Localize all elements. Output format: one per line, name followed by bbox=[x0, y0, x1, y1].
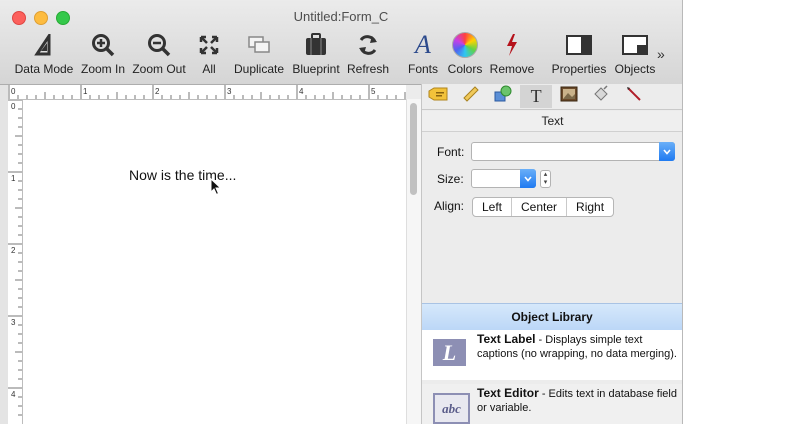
text-editor-icon: abc bbox=[433, 393, 470, 424]
mouse-pointer-icon bbox=[210, 177, 222, 201]
ruler-icon bbox=[462, 85, 480, 108]
toolbar-overflow-button[interactable]: » bbox=[657, 46, 665, 62]
shapes-icon bbox=[493, 85, 513, 108]
properties-icon bbox=[550, 30, 608, 60]
ruler-v-label: 2 bbox=[11, 246, 16, 255]
align-segmented-control: Left Center Right bbox=[472, 197, 615, 217]
ruler-h-label: 3 bbox=[227, 87, 232, 96]
window-title: Untitled:Form_C bbox=[293, 9, 389, 24]
chevron-down-icon bbox=[659, 142, 675, 161]
panel-section-title: Text bbox=[422, 111, 682, 132]
ruler-v-label: 3 bbox=[11, 318, 16, 327]
properties-button[interactable]: Properties bbox=[550, 30, 608, 80]
fonts-button[interactable]: A Fonts bbox=[406, 30, 440, 80]
refresh-button[interactable]: Refresh bbox=[346, 30, 390, 80]
tab-ruler[interactable] bbox=[455, 85, 488, 108]
object-library-header: Object Library bbox=[422, 303, 682, 331]
chevron-down-icon bbox=[520, 169, 536, 188]
panel-tabs: T bbox=[422, 85, 682, 110]
ruler-v-label: 0 bbox=[11, 102, 16, 111]
title-toolbar-area: Untitled:Form_C Data Mode Zoom In Zoom O… bbox=[0, 0, 682, 85]
library-item-title: Text Editor bbox=[477, 386, 539, 400]
library-item-text-label[interactable]: L Text Label - Displays simple text capt… bbox=[422, 330, 682, 380]
scrollbar-thumb[interactable] bbox=[410, 103, 417, 195]
font-select[interactable] bbox=[471, 142, 675, 161]
properties-panel: T Text Font: Size: ▴ ▾ Align: Left Cente… bbox=[421, 84, 682, 424]
ruler-h-label: 4 bbox=[299, 87, 304, 96]
duplicate-icon bbox=[232, 30, 286, 60]
duplicate-label: Duplicate bbox=[233, 62, 285, 76]
library-item-text-editor[interactable]: abc Text Editor - Edits text in database… bbox=[422, 384, 682, 424]
tab-blank[interactable] bbox=[650, 85, 682, 108]
zoom-all-button[interactable]: All bbox=[194, 30, 224, 80]
text-label-icon: L bbox=[433, 339, 466, 366]
text-t-icon: T bbox=[530, 86, 542, 106]
size-stepper[interactable]: ▴ ▾ bbox=[540, 170, 551, 188]
label-tag-icon bbox=[428, 87, 448, 106]
data-mode-label: Data Mode bbox=[14, 62, 74, 76]
align-right-button[interactable]: Right bbox=[567, 198, 613, 216]
ruler-v-label: 4 bbox=[11, 390, 16, 399]
align-left-button[interactable]: Left bbox=[473, 198, 513, 216]
size-label: Size: bbox=[437, 172, 464, 186]
tab-fill[interactable] bbox=[585, 85, 618, 108]
fonts-icon: A bbox=[415, 30, 431, 59]
font-label: Font: bbox=[437, 145, 465, 159]
tab-label-tag[interactable] bbox=[422, 85, 455, 108]
refresh-label: Refresh bbox=[346, 62, 390, 76]
blueprint-button[interactable]: Blueprint bbox=[290, 30, 342, 80]
library-item-title: Text Label bbox=[477, 332, 536, 346]
font-select-value bbox=[472, 147, 476, 159]
zoom-in-button[interactable]: Zoom In bbox=[78, 30, 128, 80]
fonts-label: Fonts bbox=[407, 62, 438, 76]
properties-label: Properties bbox=[551, 62, 607, 76]
ruler-h-label: 2 bbox=[155, 87, 160, 96]
paint-bucket-icon bbox=[592, 85, 610, 108]
duplicate-button[interactable]: Duplicate bbox=[232, 30, 286, 80]
zoom-out-button[interactable]: Zoom Out bbox=[130, 30, 188, 80]
size-select-value bbox=[472, 174, 476, 186]
zoom-in-icon bbox=[78, 30, 128, 60]
colors-icon bbox=[446, 30, 484, 60]
zoom-all-icon bbox=[194, 30, 224, 60]
remove-label: Remove bbox=[489, 62, 535, 76]
horizontal-ruler: 0 1 2 3 4 5 bbox=[8, 85, 406, 100]
ruler-h-label: 5 bbox=[371, 87, 376, 96]
size-select[interactable] bbox=[471, 169, 536, 188]
ruler-h-label: 0 bbox=[11, 87, 16, 96]
data-mode-icon bbox=[12, 30, 76, 60]
library-item-description: Text Label - Displays simple text captio… bbox=[477, 332, 677, 361]
remove-button[interactable]: Remove bbox=[488, 30, 536, 80]
tab-shapes[interactable] bbox=[487, 85, 520, 108]
objects-icon bbox=[612, 30, 658, 60]
blueprint-label: Blueprint bbox=[292, 62, 340, 76]
form-canvas[interactable]: Now is the time... bbox=[23, 100, 406, 424]
line-tool-icon bbox=[625, 85, 643, 108]
ruler-h-label: 1 bbox=[83, 87, 88, 96]
zoom-all-label: All bbox=[202, 62, 216, 76]
objects-label: Objects bbox=[614, 62, 656, 76]
align-label: Align: bbox=[434, 199, 465, 213]
zoom-out-label: Zoom Out bbox=[132, 62, 186, 76]
ruler-v-label: 1 bbox=[11, 174, 16, 183]
tab-text[interactable]: T bbox=[519, 85, 553, 108]
form-window: Untitled:Form_C Data Mode Zoom In Zoom O… bbox=[0, 0, 683, 424]
blueprint-icon bbox=[290, 30, 342, 60]
refresh-icon bbox=[346, 30, 390, 60]
align-center-button[interactable]: Center bbox=[512, 198, 568, 216]
zoom-out-icon bbox=[130, 30, 188, 60]
library-item-description: Text Editor - Edits text in database fie… bbox=[477, 386, 677, 415]
tab-picture[interactable] bbox=[552, 85, 585, 108]
objects-button[interactable]: Objects bbox=[612, 30, 658, 80]
picture-icon bbox=[560, 86, 578, 107]
data-mode-button[interactable]: Data Mode bbox=[12, 30, 76, 80]
tab-line[interactable] bbox=[618, 85, 651, 108]
colors-button[interactable]: Colors bbox=[446, 30, 484, 80]
zoom-in-label: Zoom In bbox=[80, 62, 125, 76]
vertical-ruler: 0 1 2 3 4 bbox=[8, 99, 23, 424]
remove-icon bbox=[488, 30, 536, 60]
ruler-corner bbox=[0, 85, 8, 424]
vertical-scrollbar[interactable] bbox=[406, 99, 422, 424]
colors-label: Colors bbox=[447, 62, 483, 76]
